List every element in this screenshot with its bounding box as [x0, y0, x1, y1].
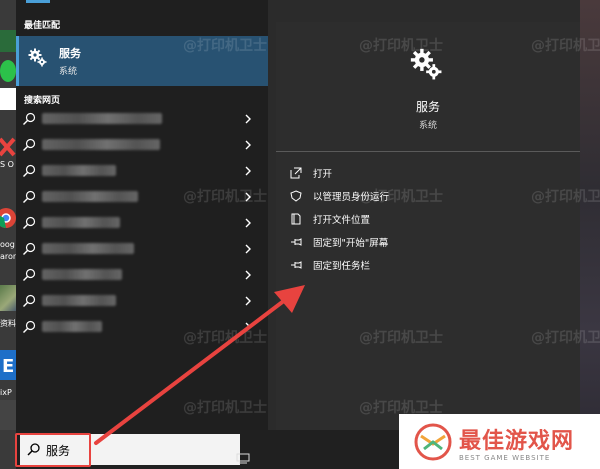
task-view-icon[interactable]: [236, 452, 250, 464]
pin-icon: [290, 236, 302, 248]
chevron-right-icon[interactable]: [243, 268, 253, 282]
web-search-result[interactable]: [16, 158, 268, 184]
web-search-result[interactable]: [16, 132, 268, 158]
watermark: @打印机卫士: [531, 38, 600, 54]
best-match-subtitle: 系统: [59, 67, 78, 77]
watermark: @打印机卫士: [359, 330, 443, 346]
desktop-label: aron: [0, 252, 16, 261]
x-app-icon[interactable]: [0, 135, 16, 159]
desktop-app-icon[interactable]: [0, 30, 16, 52]
search-icon: [22, 294, 36, 308]
desktop-label: S O: [0, 160, 14, 169]
redacted-result-text: [42, 165, 116, 176]
search-icon: [22, 268, 36, 282]
web-search-result[interactable]: [16, 236, 268, 262]
desktop-strip: S O oog aron 资料 E ixP: [0, 0, 16, 469]
best-match-heading: 最佳匹配: [24, 21, 61, 31]
search-results-pane: 最佳匹配 服务 系统 搜索网页: [16, 0, 268, 430]
search-icon: [22, 138, 36, 152]
redacted-result-text: [42, 139, 160, 150]
logo-name: 最佳游戏网: [459, 429, 575, 454]
chevron-right-icon[interactable]: [243, 294, 253, 308]
watermark: @打印机卫士: [183, 330, 267, 346]
web-search-result[interactable]: [16, 288, 268, 314]
chevron-right-icon[interactable]: [243, 138, 253, 152]
action-pin-to-start[interactable]: 固定到"开始"屏幕: [288, 234, 568, 250]
chevron-right-icon[interactable]: [243, 164, 253, 178]
action-open[interactable]: 打开: [288, 165, 568, 181]
active-tab-indicator: [26, 0, 50, 3]
search-icon: [22, 190, 36, 204]
logo-tagline: BEST GAME WEBSITE: [459, 454, 551, 462]
web-search-result[interactable]: [16, 210, 268, 236]
watermark: @打印机卫士: [359, 189, 443, 205]
redacted-result-text: [42, 217, 120, 228]
desktop-wallpaper: [580, 0, 600, 469]
watermark: @打印机卫士: [531, 189, 600, 205]
details-title: 服务: [415, 100, 440, 114]
search-icon: [22, 216, 36, 230]
search-icon: [22, 242, 36, 256]
svg-text:E: E: [2, 356, 14, 377]
watermark: @打印机卫士: [359, 38, 443, 54]
chrome-icon[interactable]: [0, 205, 16, 231]
desktop-label: ixP: [0, 388, 12, 397]
best-match-title: 服务: [59, 47, 81, 60]
watermark: @打印机卫士: [183, 189, 267, 205]
chevron-right-icon[interactable]: [243, 216, 253, 230]
details-subtitle: 系统: [418, 121, 437, 131]
action-label: 固定到"开始"屏幕: [313, 238, 389, 249]
redacted-result-text: [42, 191, 138, 202]
redacted-result-text: [42, 295, 116, 306]
web-search-result[interactable]: [16, 262, 268, 288]
redacted-result-text: [42, 243, 134, 254]
web-search-result[interactable]: [16, 106, 268, 132]
web-search-heading: 搜索网页: [24, 96, 61, 106]
action-pin-to-taskbar[interactable]: 固定到任务栏: [288, 257, 568, 273]
gears-icon: [28, 48, 48, 68]
redacted-result-text: [42, 269, 122, 280]
search-icon: [22, 320, 36, 334]
watermark: @打印机卫士: [183, 400, 267, 416]
open-icon: [290, 167, 302, 179]
watermark: @打印机卫士: [531, 330, 600, 346]
action-open-file-location[interactable]: 打开文件位置: [288, 211, 568, 227]
redacted-result-text: [42, 113, 162, 124]
desktop-app-icon[interactable]: [0, 88, 16, 110]
action-label: 打开: [313, 169, 333, 180]
site-logo-badge: 最佳游戏网 BEST GAME WEBSITE: [399, 414, 600, 469]
file-location-icon: [290, 213, 302, 225]
desktop-label: 资料: [0, 319, 16, 328]
desktop-app-icon[interactable]: [0, 400, 16, 430]
logo-mark-icon: [413, 422, 453, 462]
search-icon: [22, 164, 36, 178]
desktop-app-icon[interactable]: [0, 285, 16, 311]
divider: [276, 151, 580, 152]
chevron-right-icon[interactable]: [243, 242, 253, 256]
desktop-label: oog: [0, 240, 15, 249]
desktop-app-icon[interactable]: E: [0, 350, 16, 380]
action-label: 固定到任务栏: [313, 261, 371, 272]
search-icon: [22, 112, 36, 126]
action-label: 打开文件位置: [313, 215, 371, 226]
wechat-icon[interactable]: [0, 60, 16, 82]
redacted-result-text: [42, 321, 102, 332]
annotation-highlight-box: [15, 433, 91, 467]
shield-icon: [290, 190, 302, 202]
watermark: @打印机卫士: [183, 38, 267, 54]
pin-icon: [290, 259, 302, 271]
chevron-right-icon[interactable]: [243, 112, 253, 126]
